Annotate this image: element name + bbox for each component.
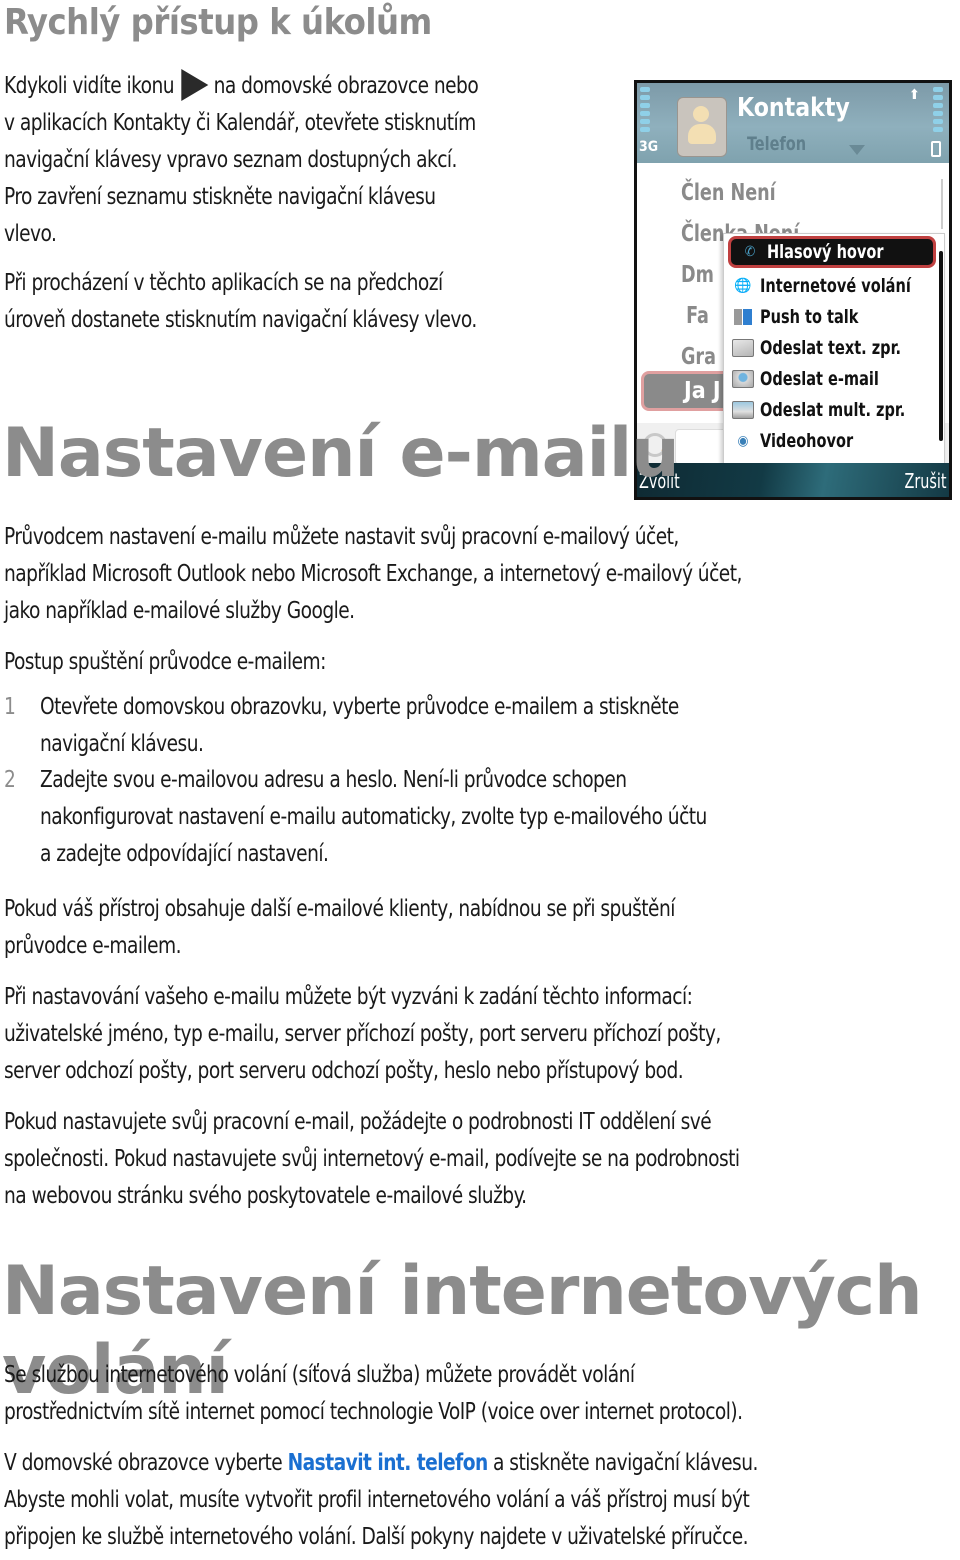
paragraph-line: prostřednictvím sítě internet pomocí tec… [4, 1399, 743, 1425]
section-title-quick-access: Rychlý přístup k úkolům [4, 2, 432, 43]
phone-status-header: 3G Kontakty Telefon ⬆ [637, 83, 949, 163]
upload-arrow-icon: ⬆ [909, 87, 920, 103]
softkey-bar: Zvolit Zrušit [637, 463, 949, 497]
paragraph-navigation-back: Při procházení v těchto aplikacích se na… [4, 265, 477, 339]
text-before-icon: Kdykoli vidíte ikonu [4, 73, 175, 99]
internet-call-icon: 🌐 [734, 277, 752, 294]
menu-item-internet-call[interactable]: 🌐 Internetové volání [724, 270, 944, 301]
paragraph-required-info: Při nastavování vašeho e-mailu můžete bý… [4, 979, 721, 1090]
setup-internet-phone-link[interactable]: Nastavit int. telefon [288, 1450, 489, 1476]
step-text: navigační klávesu. [40, 731, 204, 757]
paragraph-line: server odchozí pošty, port serveru odcho… [4, 1058, 684, 1084]
paragraph-line: v aplikacích Kontakty či Kalendář, otevř… [4, 110, 476, 136]
paragraph-line: společnosti. Pokud nastavujete svůj inte… [4, 1146, 740, 1172]
contacts-book-icon [677, 97, 727, 157]
battery-level-icon [933, 87, 943, 135]
email-envelope-icon [732, 369, 754, 389]
step-2: 2 Zadejte svou e-mailovou adresu a heslo.… [4, 762, 707, 873]
paragraph-quick-access: Kdykoli vidíte ikonu na domovské obrazovc… [4, 68, 479, 253]
menu-item-voice-call[interactable]: ✆ Hlasový hovor [728, 236, 936, 268]
contact-item[interactable]: Člen Není [681, 173, 799, 214]
step-number: 2 [4, 767, 16, 793]
paragraph-line: Pro zavření seznamu stiskněte navigační … [4, 184, 436, 210]
contact-list-scrollbar[interactable] [941, 179, 943, 229]
paragraph-line: vlevo. [4, 221, 57, 247]
step-number: 1 [4, 694, 16, 720]
step-text: Otevřete domovskou obrazovku, vyberte pr… [40, 694, 679, 720]
step-text: nakonfigurovat nastavení e-mailu automat… [40, 804, 707, 830]
section-title-email-setup: Nastavení e-mailu [2, 414, 680, 493]
paragraph-line: V domovské obrazovce vyberte Nastavit in… [4, 1445, 758, 1482]
menu-item-video-call[interactable]: ◉ Videohovor [724, 425, 944, 456]
push-to-talk-icon [732, 307, 754, 327]
action-popup-menu: ✆ Hlasový hovor 🌐 Internetové volání Pus… [723, 233, 945, 465]
signal-strength-icon [640, 87, 650, 135]
paragraph-line: Pokud váš přístroj obsahuje další e-mail… [4, 896, 675, 922]
paragraph-line: na webovou stránku svého poskytovatele e… [4, 1183, 527, 1209]
menu-item-send-email[interactable]: Odeslat e-mail [724, 363, 944, 394]
paragraph-other-clients: Pokud váš přístroj obsahuje další e-mail… [4, 891, 675, 965]
paragraph-line: úroveň dostanete stisknutím navigační kl… [4, 307, 477, 333]
step-text: Zadejte svou e-mailovou adresu a heslo. … [40, 767, 627, 793]
menu-item-push-to-talk[interactable]: Push to talk [724, 301, 944, 332]
text: a stiskněte navigační klávesu. [487, 1450, 758, 1476]
paragraph-line: navigační klávesy vpravo seznam dostupný… [4, 147, 457, 173]
paragraph-email-intro: Průvodcem nastavení e-mailu můžete nasta… [4, 519, 742, 630]
menu-scrollbar[interactable] [939, 251, 943, 441]
paragraph-work-email: Pokud nastavujete svůj pracovní e-mail, … [4, 1104, 740, 1215]
text-after-icon: na domovské obrazovce nebo [213, 73, 479, 99]
softkey-cancel[interactable]: Zrušit [905, 469, 947, 493]
phone-app-subtitle: Telefon [747, 133, 807, 155]
paragraph-line: jako například e-mailové služby Google. [4, 598, 355, 624]
paragraph-line: Se službou internetového volání (síťová … [4, 1362, 635, 1388]
paragraph-line: Abyste mohli volat, musíte vytvořit prof… [4, 1487, 750, 1513]
paragraph-line: Kdykoli vidíte ikonu na domovské obrazovc… [4, 68, 479, 105]
paragraph-voip-intro: Se službou internetového volání (síťová … [4, 1357, 743, 1431]
paragraph-line: průvodce e-mailem. [4, 933, 182, 959]
paragraph-line: Při nastavování vašeho e-mailu můžete bý… [4, 984, 693, 1010]
step-1: 1 Otevřete domovskou obrazovku, vyberte p… [4, 689, 679, 763]
dropdown-arrow-icon [849, 145, 865, 155]
menu-item-send-text[interactable]: Odeslat text. zpr. [724, 332, 944, 363]
right-arrow-triangle-icon [181, 68, 209, 101]
steps-intro: Postup spuštění průvodce e-mailem: [4, 649, 326, 675]
paragraph-line: například Microsoft Outlook nebo Microso… [4, 561, 742, 587]
paragraph-voip-setup: V domovské obrazovce vyberte Nastavit in… [4, 1445, 758, 1556]
paragraph-line: uživatelské jméno, typ e-mailu, server p… [4, 1021, 721, 1047]
phone-screenshot: 3G Kontakty Telefon ⬆ Člen Není Členka N… [634, 80, 952, 500]
paragraph-line: Průvodcem nastavení e-mailu můžete nasta… [4, 524, 679, 550]
text: V domovské obrazovce vyberte [4, 1450, 288, 1476]
phone-handset-icon: ✆ [744, 244, 756, 260]
battery-icon [931, 141, 941, 157]
step-text: a zadejte odpovídající nastavení. [40, 841, 329, 867]
paragraph-line: připojen ke službě internetového volání.… [4, 1524, 749, 1550]
paragraph-line: Pokud nastavujete svůj pracovní e-mail, … [4, 1109, 712, 1135]
paragraph-line: Při procházení v těchto aplikacích se na… [4, 270, 443, 296]
menu-item-send-multimedia[interactable]: Odeslat mult. zpr. [724, 394, 944, 425]
video-call-icon: ◉ [737, 432, 749, 449]
multimedia-envelope-icon [732, 400, 754, 420]
network-indicator: 3G [639, 139, 659, 155]
envelope-icon [732, 338, 754, 358]
phone-app-title: Kontakty [737, 93, 850, 123]
